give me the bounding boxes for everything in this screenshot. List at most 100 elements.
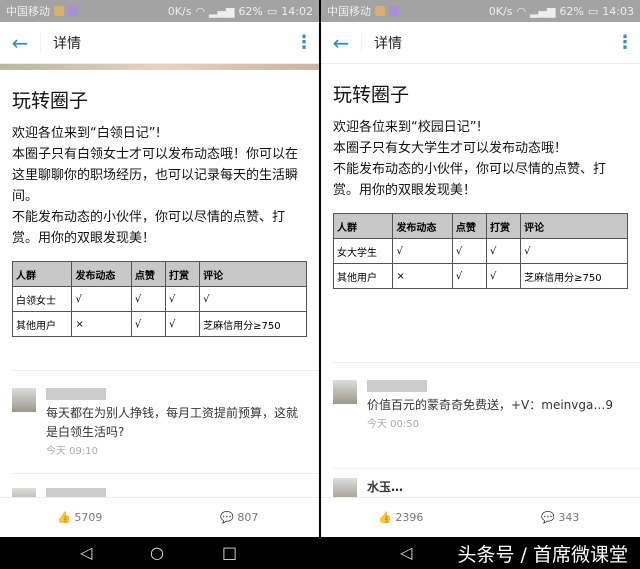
clock: 14:02	[281, 4, 313, 18]
status-bar: 中国移动 0K/s ◠ ▂▄▆ 62% ▭ 14:02	[0, 0, 319, 22]
table-cell: 其他用户	[11, 311, 73, 337]
notification-icon	[68, 6, 78, 16]
table-cell: √	[130, 286, 167, 312]
notification-icon	[54, 6, 64, 16]
circle-title: 玩转圈子	[12, 90, 89, 112]
carrier: 中国移动	[6, 5, 50, 18]
table-cell: √	[451, 263, 488, 289]
clock: 14:03	[602, 4, 634, 18]
table-row: 其他用户 × √ √ 芝麻信用分≥750	[332, 263, 628, 289]
table-header: 人群	[11, 261, 73, 287]
table-cell: √	[165, 286, 201, 312]
comment-button[interactable]: 💬 807	[160, 511, 320, 524]
table-cell: √	[451, 238, 488, 264]
permission-table: 人群 发布动态 点赞 打赏 评论 女大学生 √ √ √ √ 其他用户 × √ √ 芝麻信用分≥750	[332, 213, 628, 289]
table-cell: √	[71, 286, 132, 312]
table-cell: ×	[392, 263, 453, 289]
table-header: 打赏	[165, 261, 201, 287]
back-arrow-icon[interactable]: ←	[0, 31, 40, 55]
intro-paragraph: 欢迎各位来到“白领日记”!	[12, 126, 161, 141]
table-cell: ×	[71, 311, 132, 337]
table-cell: √	[486, 238, 522, 264]
commenter-name-blurred	[367, 380, 427, 392]
phone-left: 中国移动 0K/s ◠ ▂▄▆ 62% ▭ 14:02 ← 详情 ⋮ 玩转圈子欢…	[0, 0, 319, 537]
signal-icon: ▂▄▆	[209, 4, 235, 18]
back-nav-icon-right[interactable]: ◁	[400, 543, 412, 562]
wifi-icon: ◠	[516, 4, 527, 18]
comment-icon: 💬	[220, 511, 234, 524]
avatar[interactable]	[12, 388, 36, 412]
table-cell: √	[392, 238, 453, 264]
action-bar: 👍 2396 💬 343	[321, 497, 640, 537]
table-header: 发布动态	[71, 261, 132, 287]
app-header: ← 详情 ⋮	[321, 22, 640, 64]
avatar[interactable]	[333, 380, 357, 404]
table-row: 女大学生 √ √ √ √	[332, 238, 628, 264]
table-header: 点赞	[451, 213, 488, 239]
more-vertical-icon[interactable]: ⋮	[289, 32, 319, 53]
permission-table: 人群 发布动态 点赞 打赏 评论 白领女士 √ √ √ √ 其他用户 × √ √ 芝麻信用分≥750	[11, 261, 307, 337]
table-cell: 其他用户	[332, 263, 394, 289]
table-row: 白领女士 √ √ √ √	[11, 286, 307, 312]
comment-count: 343	[558, 511, 580, 524]
thumbs-up-icon: 👍	[57, 511, 71, 524]
table-cell: 白领女士	[11, 286, 73, 312]
table-header: 点赞	[130, 261, 167, 287]
table-header: 评论	[199, 261, 307, 287]
back-arrow-icon[interactable]: ←	[321, 31, 361, 55]
comment-icon: 💬	[541, 511, 555, 524]
intro-paragraph: 不能发布动态的小伙伴，你可以尽情的点赞、打赏。用你的双眼发现美！	[12, 210, 286, 246]
intro-paragraph: 本圈子只有女大学生才可以发布动态哦！	[333, 141, 568, 156]
like-button[interactable]: 👍 2396	[321, 511, 481, 524]
signal-icon: ▂▄▆	[530, 4, 556, 18]
commenter-name-blurred	[46, 388, 106, 400]
battery-icon: ▭	[587, 4, 599, 18]
table-cell: 芝麻信用分≥750	[520, 263, 628, 289]
table-header: 打赏	[486, 213, 522, 239]
cover-image	[0, 64, 319, 70]
notification-icon	[389, 6, 399, 16]
table-cell: 女大学生	[332, 238, 394, 264]
net-speed: 0K/s	[488, 4, 513, 18]
table-cell: √	[165, 311, 201, 337]
comment-item[interactable]: 每天都在为别人挣钱，每月工资提前预算，这就是白领生活吗? 今天 09:10	[12, 388, 307, 457]
carrier: 中国移动	[327, 5, 371, 18]
intro-paragraph: 本圈子只有白领女士才可以发布动态哦！你可以在这里聊聊你的职场经历，也可以记录每天…	[12, 147, 299, 204]
table-cell: √	[520, 238, 628, 264]
battery-icon: ▭	[266, 4, 278, 18]
page-title: 详情	[361, 32, 610, 53]
notification-icon	[375, 6, 385, 16]
like-count: 2396	[395, 511, 424, 524]
app-header: ← 详情 ⋮	[0, 22, 319, 64]
table-cell: 芝麻信用分≥750	[199, 311, 307, 337]
status-bar: 中国移动 0K/s ◠ ▂▄▆ 62% ▭ 14:03	[321, 0, 640, 22]
intro-paragraph: 不能发布动态的小伙伴，你可以尽情的点赞、打赏。用你的双眼发现美！	[333, 162, 607, 198]
circle-title: 玩转圈子	[333, 84, 410, 106]
like-count: 5709	[74, 511, 103, 524]
more-vertical-icon[interactable]: ⋮	[610, 32, 640, 53]
watermark: 头条号 / 首席微课堂	[457, 544, 628, 566]
back-nav-icon[interactable]: ◁	[80, 543, 92, 562]
net-speed: 0K/s	[167, 4, 192, 18]
thumbs-up-icon: 👍	[378, 511, 392, 524]
phone-right: 中国移动 0K/s ◠ ▂▄▆ 62% ▭ 14:03 ← 详情 ⋮ 玩转圈子欢…	[321, 0, 640, 537]
battery-level: 62%	[238, 4, 263, 18]
table-cell: √	[486, 263, 522, 289]
table-header: 人群	[332, 213, 394, 239]
comment-item[interactable]: 价值百元的蒙奇奇免费送，+V：meinvga…9 今天 00:50	[333, 380, 628, 430]
comment-button[interactable]: 💬 343	[481, 511, 640, 524]
comment-time: 今天 00:50	[367, 419, 419, 430]
table-cell: √	[130, 311, 167, 337]
action-bar: 👍 5709 💬 807	[0, 497, 319, 537]
like-button[interactable]: 👍 5709	[0, 511, 160, 524]
comment-time: 今天 09:10	[46, 446, 98, 457]
recents-nav-icon[interactable]: □	[222, 543, 237, 562]
wifi-icon: ◠	[195, 4, 206, 18]
table-header: 发布动态	[392, 213, 453, 239]
home-nav-icon[interactable]: ○	[150, 543, 164, 562]
intro-paragraph: 欢迎各位来到“校园日记”!	[333, 120, 482, 135]
battery-level: 62%	[559, 4, 584, 18]
comment-count: 807	[237, 511, 259, 524]
comment-text: 每天都在为别人挣钱，每月工资提前预算，这就是白领生活吗?	[46, 406, 299, 439]
comment-text: 价值百元的蒙奇奇免费送，+V：meinvga…9	[367, 398, 613, 412]
